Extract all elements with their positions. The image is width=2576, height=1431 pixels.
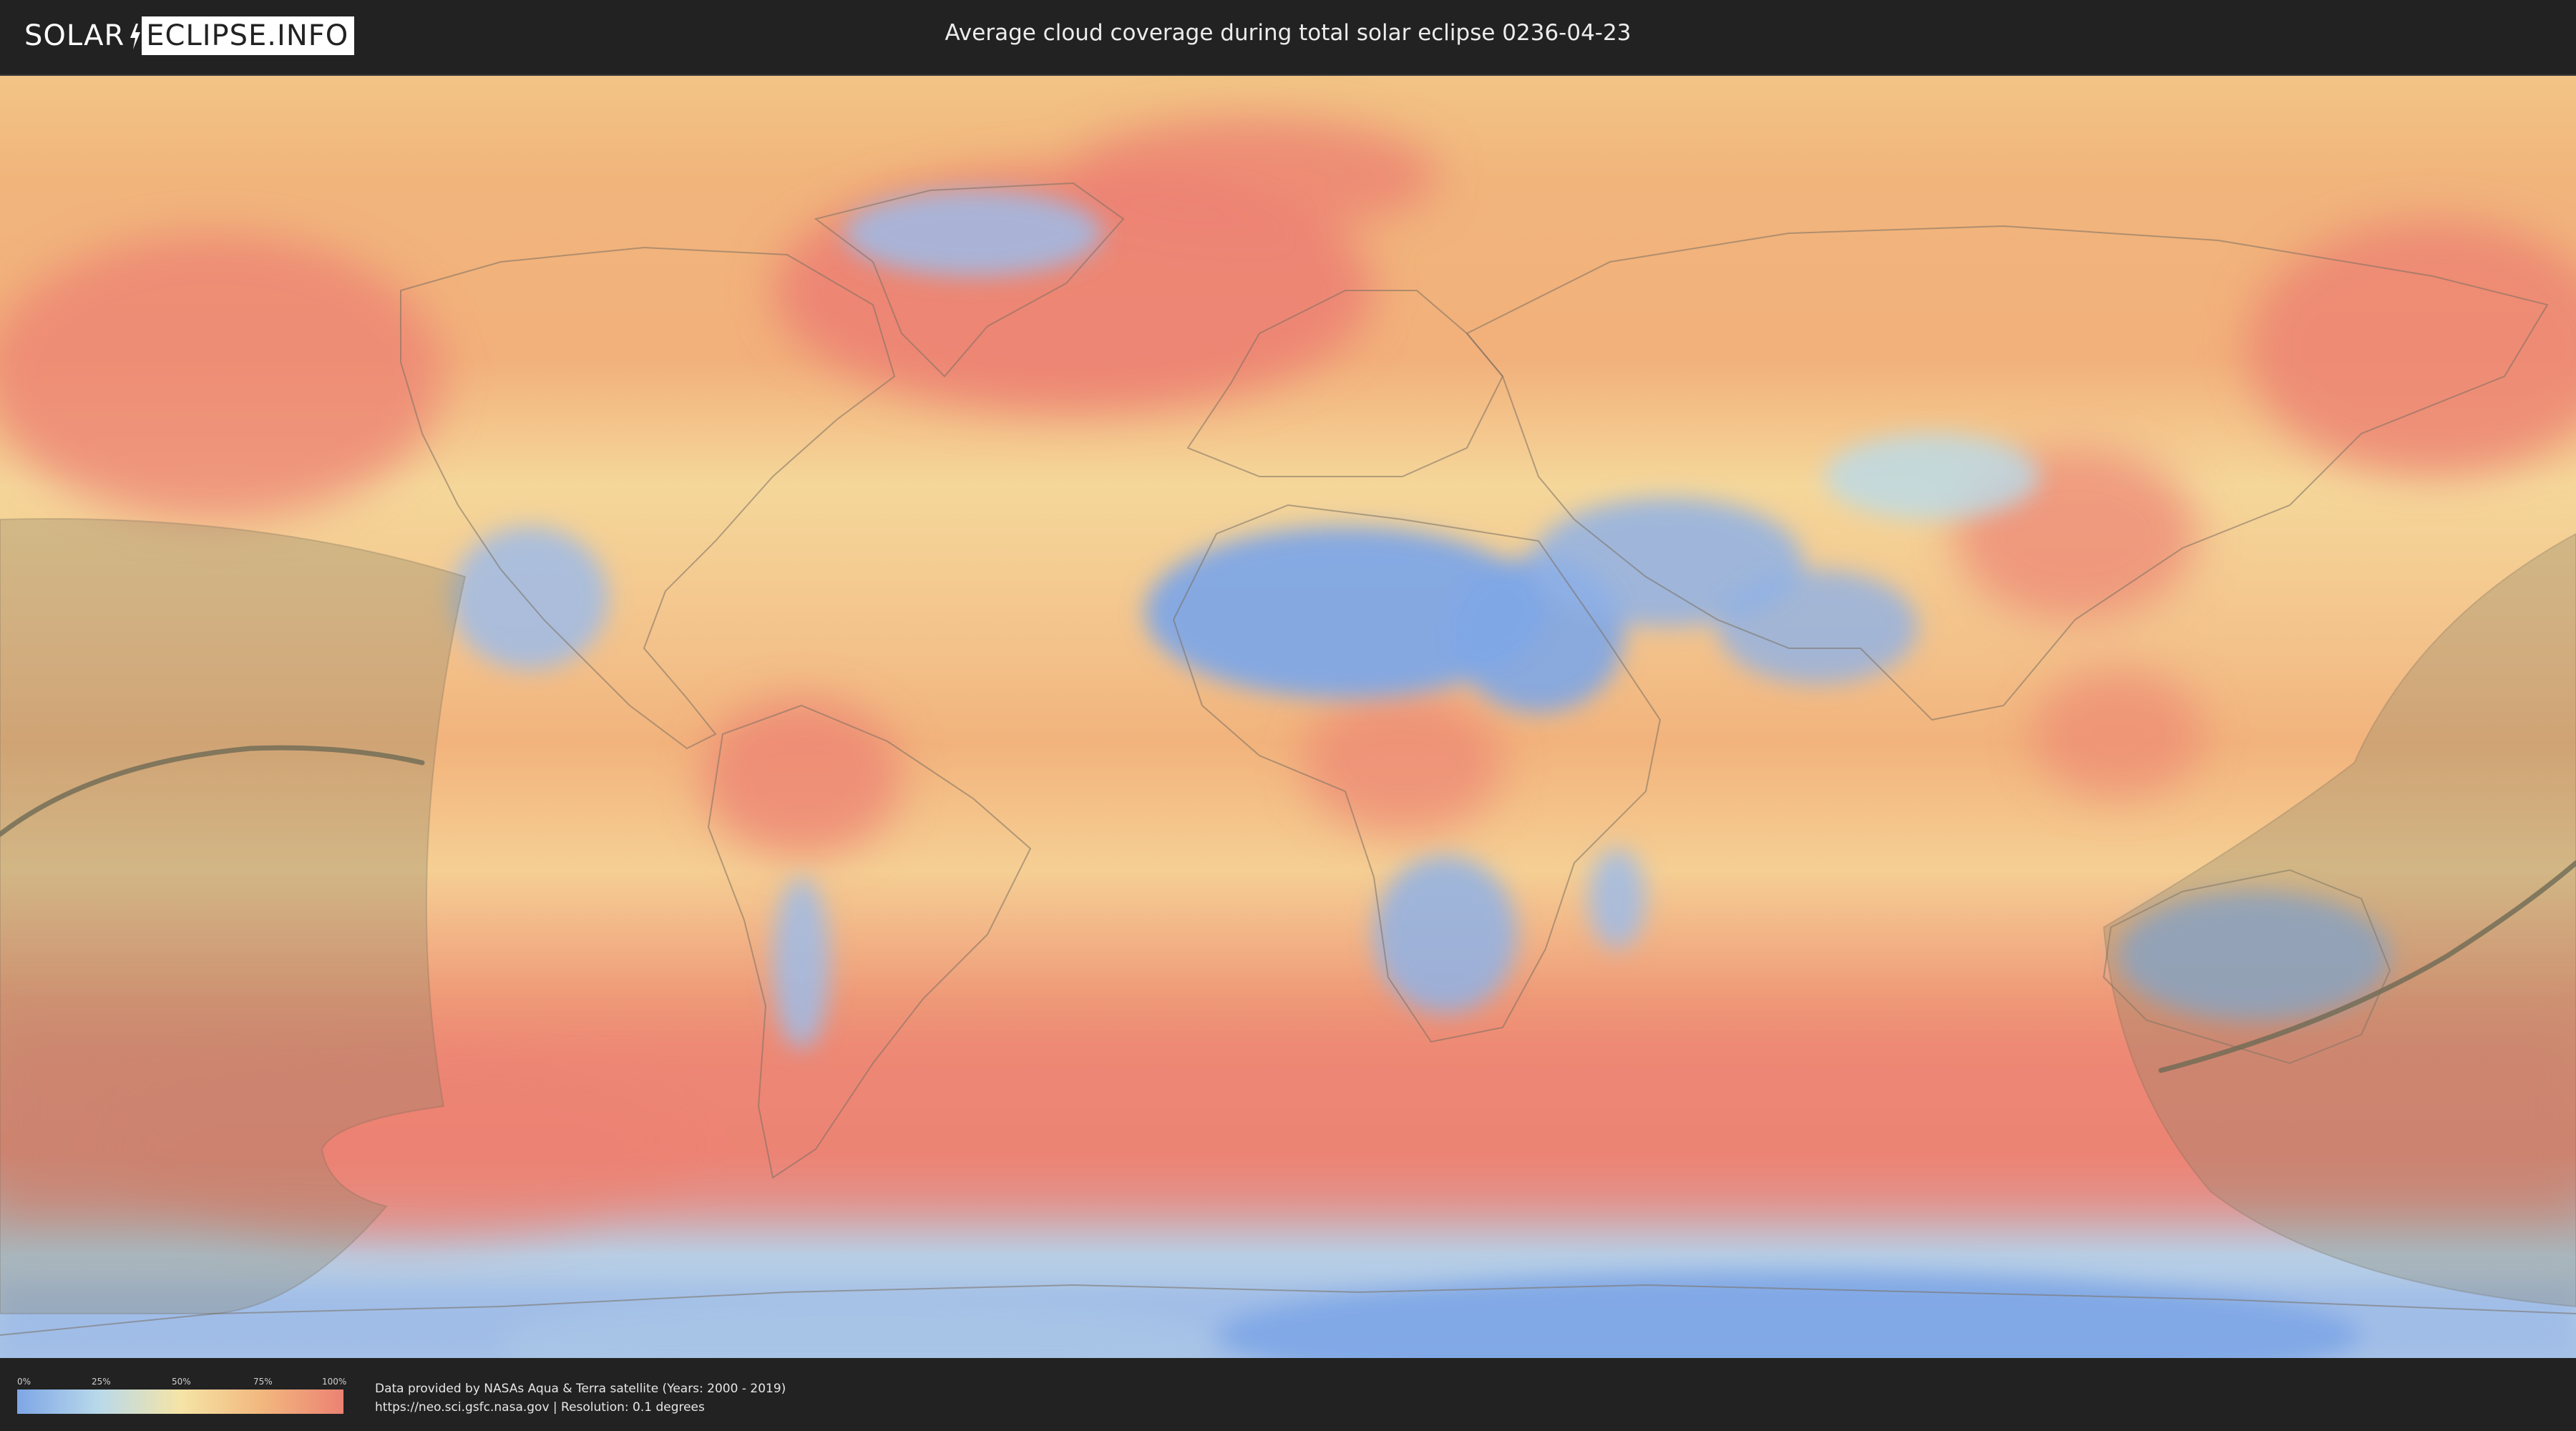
- legend-color-bar: [17, 1390, 343, 1414]
- legend-tick-0: 0%: [17, 1377, 31, 1387]
- data-credits: Data provided by NASAs Aqua & Terra sate…: [375, 1379, 786, 1417]
- credits-line-source: Data provided by NASAs Aqua & Terra sate…: [375, 1382, 786, 1396]
- cloud-coverage-legend: 0% 25% 50% 75% 100%: [17, 1377, 347, 1414]
- legend-tick-100: 100%: [322, 1377, 347, 1387]
- legend-tick-75: 75%: [253, 1377, 273, 1387]
- world-map-svg: [0, 76, 2576, 1358]
- credits-line-resolution: https://neo.sci.gsfc.nasa.gov | Resoluti…: [375, 1400, 705, 1415]
- cloud-coverage-map[interactable]: [0, 74, 2576, 1358]
- legend-tick-labels: 0% 25% 50% 75% 100%: [17, 1377, 347, 1388]
- header-bar: SOLAR ECLIPSE.INFO Average cloud coverag…: [0, 0, 2576, 72]
- page-title: Average cloud coverage during total sola…: [945, 20, 1631, 46]
- legend-tick-50: 50%: [172, 1377, 191, 1387]
- legend-tick-25: 25%: [92, 1377, 111, 1387]
- footer-bar: 0% 25% 50% 75% 100% Data provided by NAS…: [0, 1359, 2576, 1431]
